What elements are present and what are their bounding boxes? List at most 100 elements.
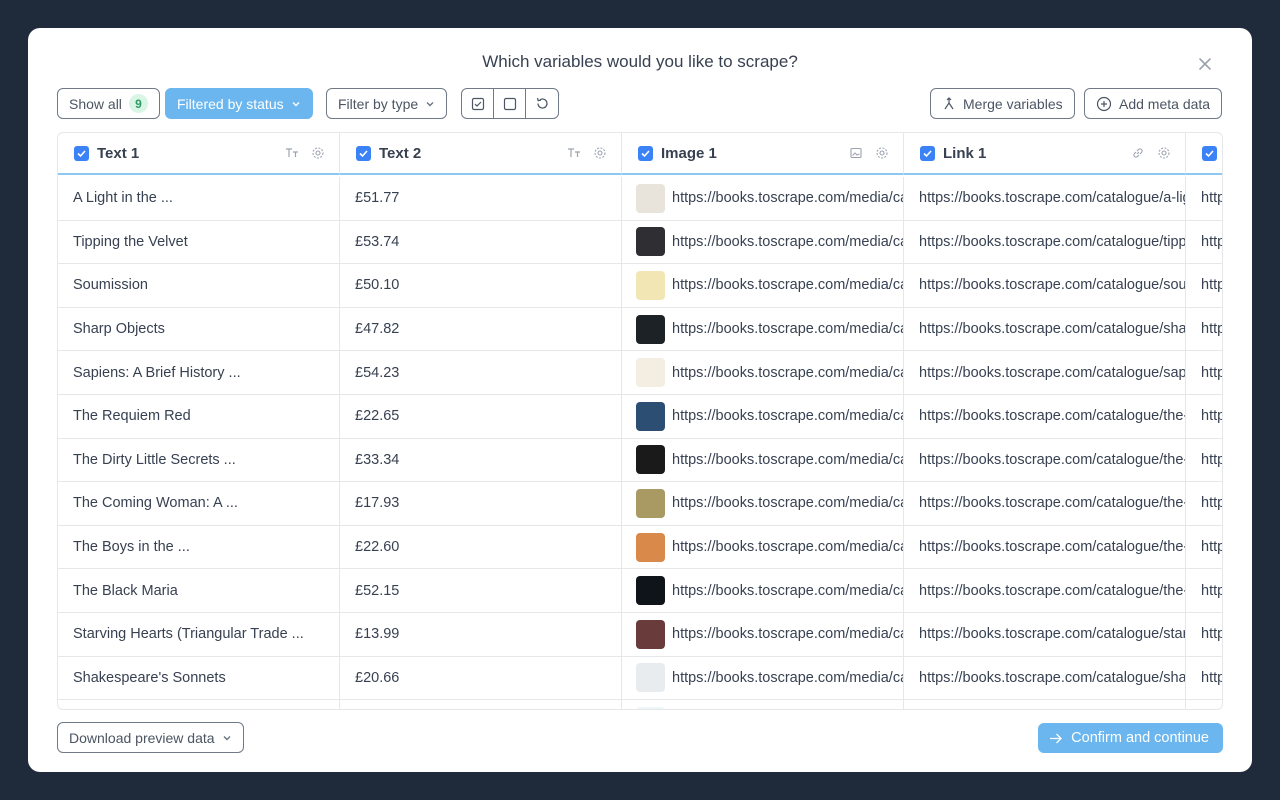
column5-cell: https://books.toscrape.com	[1186, 351, 1222, 394]
book-cover-thumbnail	[636, 663, 665, 693]
checkbox-checked-icon[interactable]	[74, 145, 89, 161]
checkbox-checked-icon[interactable]	[920, 145, 935, 161]
image-cell	[622, 700, 904, 709]
link-type-icon	[1131, 146, 1145, 160]
text1-cell: The Requiem Red	[58, 394, 340, 438]
link-cell: https://books.toscrape.com/catalogue/the…	[904, 569, 1186, 612]
checkbox-checked-icon	[471, 97, 484, 110]
chevron-down-icon	[426, 101, 434, 106]
link-cell: https://books.toscrape.com/catalogue/the…	[904, 525, 1186, 569]
chevron-down-icon	[223, 735, 231, 740]
table-header: Text 1 Text 2 Image 1 Link 1	[58, 133, 1222, 175]
image-type-icon	[849, 146, 863, 160]
text1-cell: Sapiens: A Brief History ...	[58, 351, 340, 394]
table-row: The Coming Woman: A ... £17.93 https://boo…	[58, 482, 1222, 526]
table-row: Sapiens: A Brief History ... £54.23 https:…	[58, 351, 1222, 395]
text2-cell: £51.77	[340, 177, 622, 220]
link-cell: https://books.toscrape.com/catalogue/the…	[904, 438, 1186, 482]
book-cover-thumbnail	[636, 532, 665, 562]
link-cell: https://books.toscrape.com/catalogue/tip…	[904, 220, 1186, 264]
image-url: https://books.toscrape.com/media/cache/b…	[672, 626, 903, 643]
text2-cell: £47.82	[340, 307, 622, 351]
text2-cell: £22.65	[340, 394, 622, 438]
text2-cell: £50.10	[340, 264, 622, 307]
column-name: Text 2	[379, 144, 422, 162]
download-preview-label: Download preview data	[69, 729, 215, 746]
image-url: https://books.toscrape.com/media/cache/1…	[672, 669, 903, 686]
table-row: Soumission £50.10 https://books.toscrape.c…	[58, 264, 1222, 308]
text2-cell: £54.23	[340, 351, 622, 394]
text1-cell: The Coming Woman: A ...	[58, 482, 340, 525]
image-cell: https://books.toscrape.com/media/cache/6…	[622, 525, 904, 569]
text1-cell: A Light in the ...	[58, 177, 340, 220]
confirm-button[interactable]: Confirm and continue	[1038, 723, 1223, 753]
column5-cell: https://books.toscrape.com	[1186, 439, 1222, 482]
gear-icon[interactable]	[1157, 146, 1171, 160]
book-cover-thumbnail	[636, 706, 665, 709]
gear-icon[interactable]	[875, 146, 889, 160]
close-icon[interactable]	[1194, 53, 1216, 75]
column5-cell: https://books.toscrape.com	[1186, 526, 1222, 569]
checkbox-checked-icon[interactable]	[638, 145, 653, 161]
image-cell: https://books.toscrape.com/media/cache/5…	[622, 569, 904, 612]
book-cover-thumbnail	[636, 401, 665, 431]
image-cell: https://books.toscrape.com/media/cache/b…	[622, 612, 904, 656]
column5-cell: https://books.toscrape.com	[1186, 657, 1222, 700]
plus-circle-icon	[1096, 96, 1112, 111]
column-header[interactable]: Link 1	[904, 133, 1186, 175]
image-url: https://books.toscrape.com/media/cache/b…	[672, 364, 903, 381]
column-header[interactable]: Text 1	[58, 133, 340, 175]
book-cover-thumbnail	[636, 270, 665, 300]
table-row: Sharp Objects £47.82 https://books.toscrap…	[58, 307, 1222, 352]
reset-button[interactable]	[526, 89, 558, 118]
add-meta-data-button[interactable]: Add meta data	[1084, 88, 1223, 119]
confirm-label: Confirm and continue	[1071, 730, 1209, 746]
column5-cell: https://books.toscrape.com	[1186, 569, 1222, 612]
column-header[interactable]: Text 2	[340, 133, 622, 175]
merge-variables-button[interactable]: Merge variables	[930, 88, 1075, 119]
filtered-by-status-button[interactable]: Filtered by status	[165, 88, 313, 119]
column5-cell: https://books.toscrape.com	[1186, 482, 1222, 525]
text1-cell: Starving Hearts (Triangular Trade ...	[58, 612, 340, 656]
checkbox-checked-icon[interactable]	[356, 145, 371, 161]
download-preview-button[interactable]: Download preview data	[57, 722, 244, 753]
column5-cell: https://books.toscrape.com	[1186, 177, 1222, 220]
column5-cell: https://books.toscrape.com	[1186, 613, 1222, 656]
link-cell: https://books.toscrape.com/catalogue/sha…	[904, 656, 1186, 700]
table-row: Starving Hearts (Triangular Trade ... £13…	[58, 612, 1222, 657]
image-cell: https://books.toscrape.com/media/cache/2…	[622, 177, 904, 220]
column-header[interactable]: Image 1	[622, 133, 904, 175]
arrow-right-icon	[1050, 733, 1063, 743]
image-cell: https://books.toscrape.com/media/cache/1…	[622, 656, 904, 700]
image-cell: https://books.toscrape.com/media/cache/3…	[622, 307, 904, 351]
image-cell: https://books.toscrape.com/media/cache/b…	[622, 351, 904, 394]
link-cell: https://books.toscrape.com/catalogue/a-l…	[904, 177, 1186, 220]
filter-by-type-label: Filter by type	[338, 95, 419, 112]
image-url: https://books.toscrape.com/media/cache/2…	[672, 190, 903, 207]
gear-icon[interactable]	[593, 146, 607, 160]
scrape-variables-modal: Which variables would you like to scrape…	[28, 28, 1252, 772]
table-row: Shakespeare's Sonnets £20.66 https://books…	[58, 656, 1222, 701]
show-all-button[interactable]: Show all 9	[57, 88, 160, 119]
link-cell: https://books.toscrape.com/catalogue/sha…	[904, 307, 1186, 351]
table-row: A Light in the ... £51.77 https://books.to…	[58, 177, 1222, 221]
link-cell	[904, 700, 1186, 709]
select-all-button[interactable]	[462, 89, 494, 118]
text2-cell: £17.93	[340, 482, 622, 525]
book-cover-thumbnail	[636, 314, 665, 344]
gear-icon[interactable]	[311, 146, 325, 160]
filter-by-type-button[interactable]: Filter by type	[326, 88, 448, 119]
column5-cell: https://books.toscrape.com	[1186, 264, 1222, 307]
column-header[interactable]	[1186, 133, 1222, 175]
image-cell: https://books.toscrape.com/media/cache/2…	[622, 220, 904, 264]
merge-icon	[944, 96, 954, 109]
text1-cell: Shakespeare's Sonnets	[58, 656, 340, 700]
link-cell: https://books.toscrape.com/catalogue/sou…	[904, 264, 1186, 307]
column5-cell	[1186, 700, 1222, 709]
book-cover-thumbnail	[636, 358, 665, 388]
deselect-all-button[interactable]	[494, 89, 526, 118]
text2-cell: £22.60	[340, 525, 622, 569]
column-name: Text 1	[97, 144, 140, 162]
link-cell: https://books.toscrape.com/catalogue/sta…	[904, 612, 1186, 656]
checkbox-checked-icon[interactable]	[1202, 145, 1217, 161]
